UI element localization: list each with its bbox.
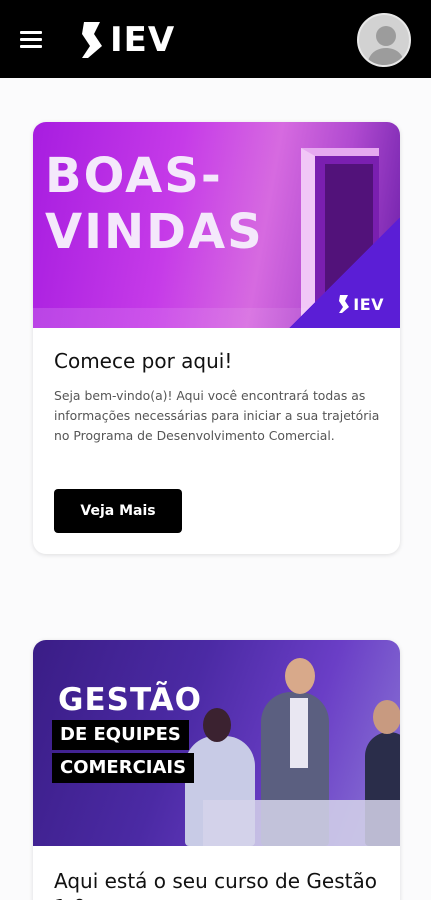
welcome-card: BOAS- VINDAS IEV Comece por aqui! Seja b…	[33, 122, 400, 554]
iev-logo-mark-icon	[82, 22, 102, 58]
welcome-banner: BOAS- VINDAS IEV	[33, 122, 400, 328]
course-banner: GESTÃO DE EQUIPES COMERCIAIS	[33, 640, 400, 846]
iev-logo[interactable]: IEV	[80, 19, 175, 61]
banner-logo-text: IEV	[353, 294, 384, 314]
person-illustration	[203, 708, 231, 742]
banner-title-line2: VINDAS	[45, 204, 264, 260]
person-illustration	[285, 658, 315, 694]
banner-title-line1: BOAS-	[45, 148, 223, 204]
meeting-table	[203, 800, 400, 846]
banner-title: BOAS- VINDAS	[45, 148, 264, 260]
iev-logo-mark-icon	[339, 295, 350, 313]
card-body: Aqui está o seu curso de Gestão 1.0	[54, 868, 382, 900]
banner-title: GESTÃO	[58, 682, 203, 718]
see-more-button[interactable]: Veja Mais	[54, 489, 182, 533]
hamburger-menu-icon[interactable]	[20, 29, 44, 49]
person-shirt	[290, 698, 308, 768]
banner-logo: IEV	[338, 294, 384, 314]
user-avatar-icon[interactable]	[357, 13, 411, 67]
top-navigation-bar: IEV	[0, 0, 431, 78]
logo-text: IEV	[110, 20, 176, 60]
banner-tag: COMERCIAIS	[52, 753, 195, 783]
card-title: Aqui está o seu curso de Gestão 1.0	[54, 869, 377, 900]
card-body: Comece por aqui! Seja bem-vindo(a)! Aqui…	[54, 348, 382, 446]
person-illustration	[373, 700, 400, 734]
banner-corner-accent: IEV	[289, 218, 400, 328]
course-card[interactable]: GESTÃO DE EQUIPES COMERCIAIS Aqui está o…	[33, 640, 400, 900]
card-title: Comece por aqui!	[54, 349, 233, 373]
banner-tag: DE EQUIPES	[52, 720, 189, 750]
card-description: Seja bem-vindo(a)! Aqui você encontrará …	[54, 388, 380, 443]
